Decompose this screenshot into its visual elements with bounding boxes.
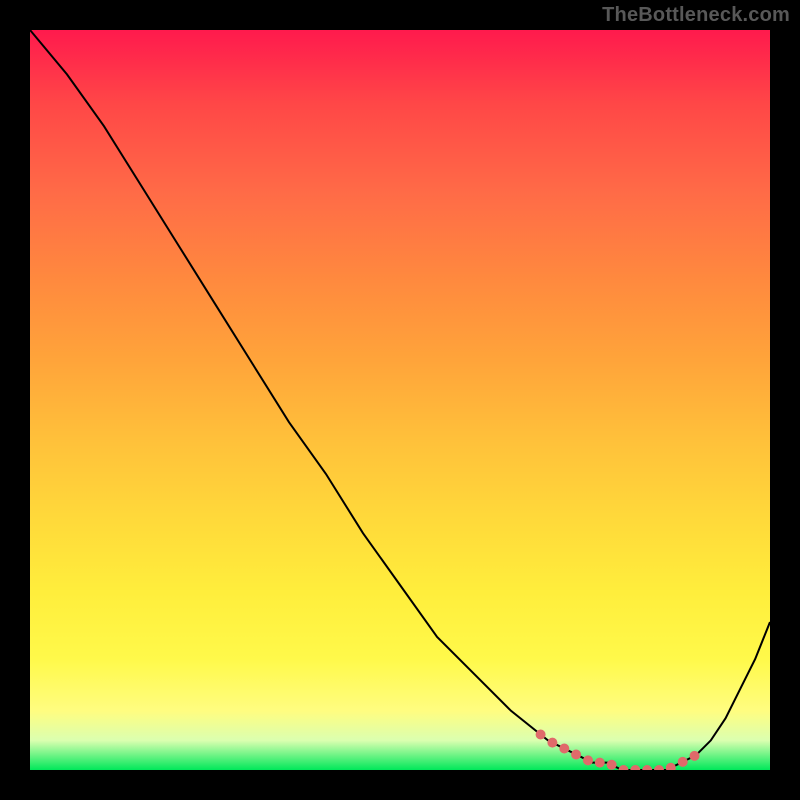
highlight-dot: [619, 765, 629, 770]
plot-area: [30, 30, 770, 770]
highlight-dot: [642, 765, 652, 770]
highlight-dot: [536, 730, 546, 740]
highlight-dot: [559, 744, 569, 754]
highlight-markers: [536, 730, 700, 771]
highlight-dot: [607, 760, 617, 770]
bottleneck-curve: [30, 30, 770, 770]
highlight-dot: [690, 751, 700, 761]
plot-svg: [30, 30, 770, 770]
highlight-dot: [666, 763, 676, 770]
highlight-dot: [678, 757, 688, 767]
highlight-dot: [595, 758, 605, 768]
chart-frame: TheBottleneck.com: [0, 0, 800, 800]
highlight-dot: [654, 765, 664, 770]
highlight-dot: [571, 750, 581, 760]
highlight-dot: [630, 765, 640, 770]
highlight-dot: [583, 755, 593, 765]
highlight-dot: [547, 738, 557, 748]
watermark-text: TheBottleneck.com: [602, 4, 790, 27]
